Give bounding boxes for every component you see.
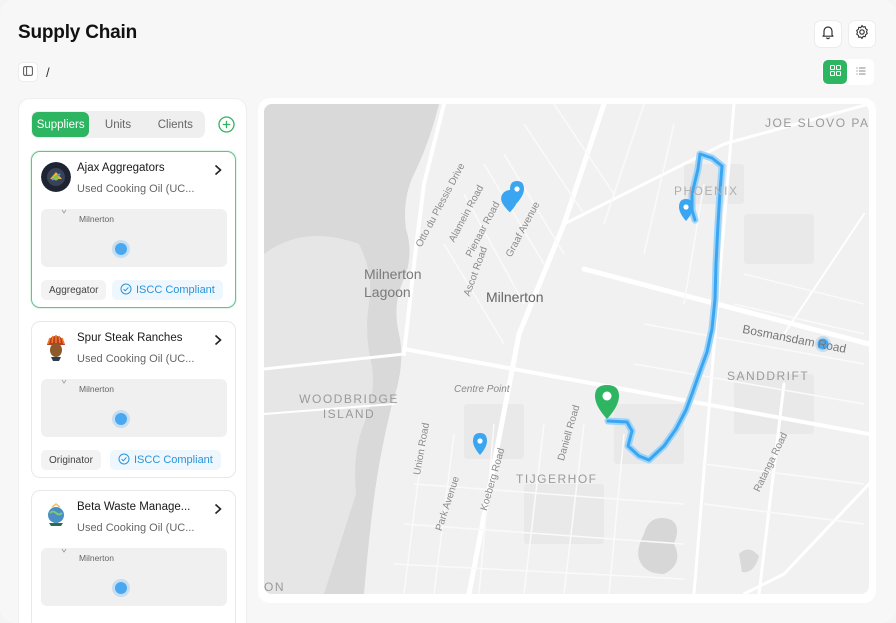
location-dot	[115, 413, 127, 425]
grid-icon	[829, 63, 841, 81]
bell-icon	[820, 24, 836, 45]
app-window: Supply Chain / Suppliers Units Clients A…	[0, 0, 896, 623]
supplier-logo	[41, 332, 71, 362]
supplier-mini-map: Milnerton	[41, 209, 227, 267]
role-badge: Aggregator	[41, 280, 107, 300]
tab-clients[interactable]: Clients	[147, 112, 204, 137]
map-label-woodbridge-island: WOODBRIDGE ISLAND	[299, 392, 399, 421]
map-label-joe-slovo-park: JOE SLOVO PARK	[765, 116, 869, 130]
supplier-logo	[41, 501, 71, 531]
tab-units[interactable]: Units	[89, 112, 146, 137]
map-label-edge: ON	[264, 580, 285, 594]
check-circle-icon	[118, 453, 130, 468]
map-panel: JOE SLOVO PARK PHOENIX Milnerton Lagoon …	[258, 98, 876, 603]
supplier-panel: Suppliers Units Clients Ajax Aggregators…	[18, 98, 247, 623]
map-marker-icon	[61, 548, 67, 553]
map-label-tijgerhof: TIJGERHOF	[516, 472, 598, 486]
settings-button[interactable]	[848, 20, 876, 48]
add-supplier-button[interactable]	[218, 116, 235, 133]
gear-icon	[854, 24, 870, 45]
supplier-name: Beta Waste Manage...	[77, 501, 191, 513]
page-header: Supply Chain	[18, 20, 880, 48]
chevron-right-icon[interactable]	[213, 333, 223, 346]
supplier-product: Used Cooking Oil (UC...	[77, 183, 195, 195]
map-canvas	[264, 104, 869, 594]
supplier-card[interactable]: Spur Steak Ranches Used Cooking Oil (UC.…	[31, 321, 236, 478]
compliance-badge: ISCC Compliant	[110, 450, 221, 470]
mini-map-label: Milnerton	[79, 214, 114, 224]
grid-view-button[interactable]	[823, 60, 847, 84]
map-label-milnerton-lagoon: Milnerton Lagoon	[364, 266, 422, 300]
supplier-logo	[41, 162, 71, 192]
compliance-label: ISCC Compliant	[136, 284, 215, 296]
map-label-milnerton: Milnerton	[486, 289, 544, 305]
supplier-card[interactable]: Ajax Aggregators Used Cooking Oil (UC...…	[31, 151, 236, 308]
view-toggle	[822, 59, 874, 85]
supplier-mini-map: Milnerton	[41, 548, 227, 606]
list-view-button[interactable]	[849, 60, 873, 84]
supplier-name: Ajax Aggregators	[77, 162, 165, 174]
supplier-mini-map: Milnerton	[41, 379, 227, 437]
supplier-card[interactable]: Beta Waste Manage... Used Cooking Oil (U…	[31, 490, 236, 623]
panel-icon	[23, 63, 33, 81]
mini-map-label: Milnerton	[79, 553, 114, 563]
location-dot	[115, 582, 127, 594]
check-circle-icon	[120, 283, 132, 298]
location-dot	[115, 243, 127, 255]
supplier-name: Spur Steak Ranches	[77, 332, 183, 344]
map-label-centre-point: Centre Point	[454, 384, 510, 395]
supplier-product: Used Cooking Oil (UC...	[77, 353, 195, 365]
route-map[interactable]: JOE SLOVO PARK PHOENIX Milnerton Lagoon …	[264, 104, 869, 594]
map-marker-icon	[61, 379, 67, 384]
supplier-product: Used Cooking Oil (UC...	[77, 522, 195, 534]
compliance-badge: ISCC Compliant	[112, 280, 223, 300]
tab-suppliers[interactable]: Suppliers	[32, 112, 90, 137]
page-title: Supply Chain	[18, 22, 137, 43]
plus-circle-icon	[218, 116, 235, 137]
map-label-phoenix: PHOENIX	[674, 184, 739, 198]
entity-tabs: Suppliers Units Clients	[31, 111, 205, 138]
breadcrumb-separator: /	[46, 64, 50, 80]
chevron-right-icon[interactable]	[213, 502, 223, 515]
map-label-sanddrift: SANDDRIFT	[727, 369, 810, 383]
breadcrumb: /	[18, 62, 50, 82]
compliance-label: ISCC Compliant	[134, 454, 213, 466]
map-marker-icon	[61, 209, 67, 214]
list-icon	[856, 63, 866, 81]
chevron-right-icon[interactable]	[213, 163, 223, 176]
mini-map-label: Milnerton	[79, 384, 114, 394]
notifications-button[interactable]	[814, 20, 842, 48]
role-badge: Originator	[41, 450, 101, 470]
sidebar-toggle-button[interactable]	[18, 62, 38, 82]
